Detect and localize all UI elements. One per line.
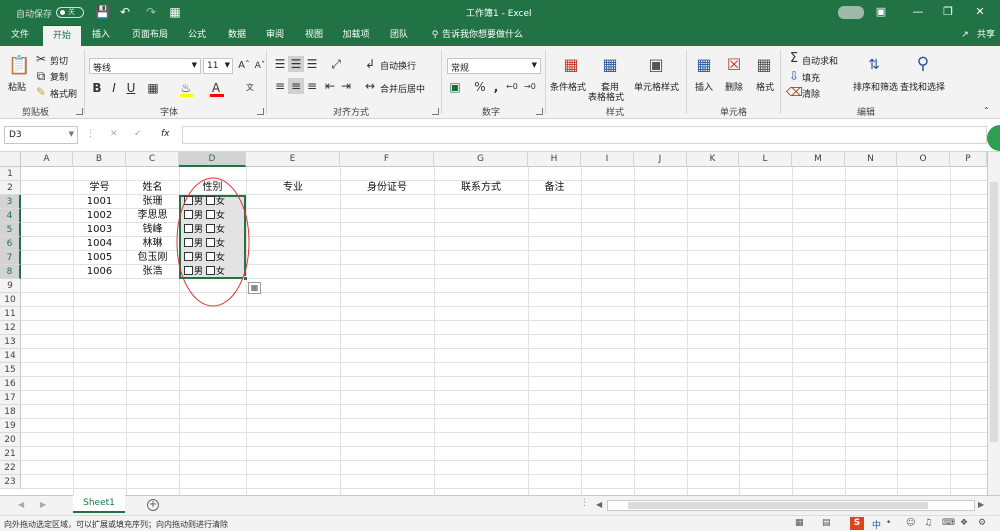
horizontal-scrollbar[interactable] [607, 500, 975, 511]
microphone-icon[interactable]: ♫ [924, 518, 932, 528]
emoji-icon[interactable]: ☺ [906, 518, 915, 528]
scroll-right-icon[interactable]: ▶ [978, 500, 984, 509]
keyboard-icon[interactable]: ⌨ [942, 518, 955, 528]
next-sheet-icon[interactable]: ▶ [40, 500, 46, 509]
status-text: 向外拖动选定区域，可以扩展或填充序列；向内拖动则进行清除 [4, 520, 228, 529]
status-bar: 向外拖动选定区域，可以扩展或填充序列；向内拖动则进行清除 ▦ ▤ S 中 • ☺… [0, 515, 1000, 531]
ime-punct-icon[interactable]: • [886, 518, 891, 528]
ime-chinese-icon[interactable]: 中 [872, 518, 881, 531]
ime-skin-icon[interactable]: ❖ [960, 518, 968, 528]
ime-logo-icon[interactable]: S [850, 517, 864, 530]
annotation-overlay [0, 177, 273, 531]
add-sheet-icon[interactable]: + [147, 499, 159, 511]
scrollbar-thumb[interactable] [628, 502, 928, 509]
vertical-scrollbar[interactable] [987, 152, 1000, 495]
scroll-left-icon[interactable]: ◀ [596, 500, 602, 509]
sheet-tab-sheet1[interactable]: Sheet1 [73, 495, 125, 513]
scrollbar-thumb[interactable] [990, 182, 998, 442]
annotation-ellipse [176, 177, 250, 307]
page-layout-view-icon[interactable]: ▤ [822, 518, 831, 528]
prev-sheet-icon[interactable]: ◀ [18, 500, 24, 509]
split-handle-icon[interactable]: ⋮ [580, 498, 589, 508]
ime-settings-icon[interactable]: ⚙ [978, 518, 986, 528]
normal-view-icon[interactable]: ▦ [795, 518, 804, 528]
sheet-tab-bar: ◀ ▶ Sheet1 + ⋮ ◀ ▶ [0, 495, 1000, 515]
